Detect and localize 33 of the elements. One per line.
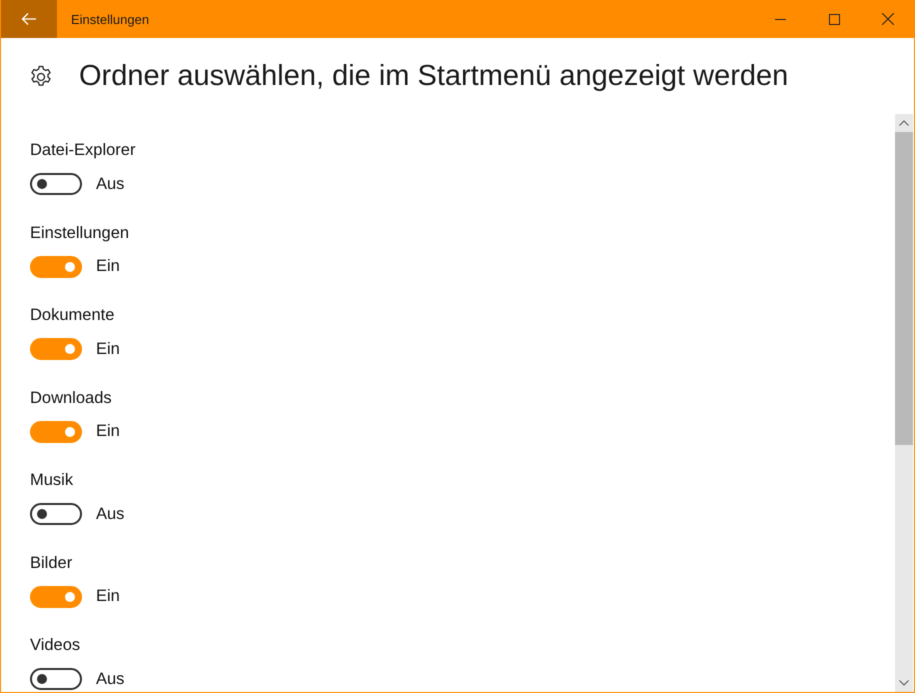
folder-label: Einstellungen — [30, 222, 130, 244]
folder-label: Bilder — [30, 552, 74, 574]
close-icon — [882, 13, 894, 25]
toggle-switch[interactable] — [30, 503, 82, 525]
folder-label: Videos — [30, 635, 82, 656]
toggle-state-label: Aus — [96, 174, 124, 194]
toggle-state-label: Ein — [96, 340, 120, 358]
toggle-switch[interactable] — [30, 256, 82, 278]
scrollbar[interactable] — [895, 114, 913, 692]
toggle-state-label: Ein — [96, 257, 120, 276]
toggle-switch[interactable] — [30, 420, 82, 442]
back-arrow-icon — [20, 12, 36, 26]
settings-icon — [29, 65, 53, 89]
scroll-up-icon[interactable] — [899, 120, 909, 126]
toggle-state-label: Ein — [96, 587, 120, 606]
minimize-icon — [774, 18, 786, 20]
page-heading: Ordner auswählen, die im Startmenü angezeigt werden — [79, 60, 788, 92]
folder-label: Dokumente — [30, 305, 116, 326]
toggle-state-label: Ein — [96, 422, 120, 441]
toggle-switch[interactable] — [30, 586, 82, 608]
folder-label: Downloads — [30, 388, 113, 408]
toggle-switch[interactable] — [30, 173, 82, 195]
maximize-icon — [828, 14, 840, 24]
window-title: Einstellungen — [71, 12, 150, 26]
toggle-switch[interactable] — [30, 338, 82, 360]
back-button[interactable] — [1, 0, 57, 38]
toggle-switch[interactable] — [30, 668, 82, 690]
folder-label: Musik — [30, 470, 74, 491]
scroll-down-icon[interactable] — [899, 680, 909, 686]
scrollbar-thumb[interactable] — [895, 132, 913, 445]
toggle-state-label: Aus — [96, 504, 124, 524]
toggle-state-label: Aus — [96, 670, 124, 688]
folder-label: Datei-Explorer — [30, 140, 136, 161]
